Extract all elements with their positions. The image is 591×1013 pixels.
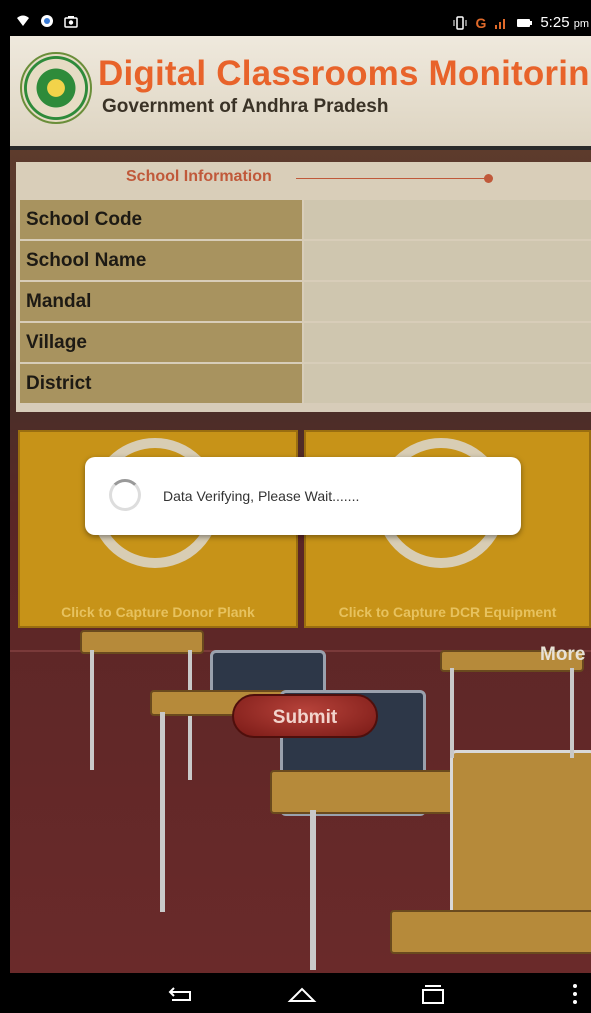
info-row-mandal: Mandal: [20, 282, 591, 321]
desk-1: [80, 630, 204, 654]
wifi-icon: [17, 15, 29, 26]
row-label: Mandal: [20, 282, 302, 321]
app-screen: G 5:25 pm Digital Classrooms Monitoring …: [10, 10, 591, 1013]
district-field[interactable]: [304, 364, 591, 403]
row-label: School Name: [20, 241, 302, 280]
loading-message: Data Verifying, Please Wait.......: [163, 488, 360, 504]
info-row-village: Village: [20, 323, 591, 362]
ap-emblem-logo: [20, 52, 92, 124]
mandal-field[interactable]: [304, 282, 591, 321]
chrome-icon: [41, 15, 53, 27]
desk-4: [390, 910, 591, 954]
school-name-field[interactable]: [304, 241, 591, 280]
vibrate-icon: [453, 15, 467, 30]
back-icon[interactable]: [160, 981, 200, 1007]
capture-label: Click to Capture Donor Plank: [61, 604, 255, 620]
info-row-school-name: School Name: [20, 241, 591, 280]
navigation-bar: [10, 973, 591, 1013]
section-divider: [296, 178, 486, 179]
info-row-school-code: School Code: [20, 200, 591, 239]
signal-icon: [495, 18, 506, 29]
capture-label: Click to Capture DCR Equipment: [338, 604, 557, 620]
camera-icon: [64, 16, 78, 28]
row-label: District: [20, 364, 302, 403]
desk-leg: [90, 650, 94, 770]
app-header: Digital Classrooms Monitoring Government…: [10, 36, 591, 152]
section-title: School Information: [126, 168, 272, 185]
status-bar: G 5:25 pm: [10, 10, 591, 36]
desk-leg: [310, 810, 316, 970]
school-code-field[interactable]: [304, 200, 591, 239]
section-dot: [484, 174, 493, 183]
desk-leg: [450, 668, 454, 758]
battery-icon: [517, 18, 533, 27]
signal-type: G: [475, 14, 487, 31]
more-button[interactable]: More: [540, 644, 585, 666]
menu-icon[interactable]: [555, 981, 591, 1007]
row-label: Village: [20, 323, 302, 362]
loading-spinner-icon: [109, 479, 141, 511]
desk-leg: [160, 712, 165, 912]
info-row-district: District: [20, 364, 591, 403]
chair-3: [450, 750, 591, 926]
app-title: Digital Classrooms Monitoring: [98, 54, 591, 93]
app-subtitle: Government of Andhra Pradesh: [102, 96, 389, 117]
school-information-panel: School Information School Code School Na…: [16, 162, 591, 412]
row-label: School Code: [20, 200, 302, 239]
village-field[interactable]: [304, 323, 591, 362]
clock: 5:25 pm: [540, 14, 589, 31]
desk-leg: [570, 668, 574, 758]
submit-button[interactable]: Submit: [232, 694, 378, 738]
home-icon[interactable]: [282, 981, 322, 1007]
recent-apps-icon[interactable]: [413, 981, 453, 1007]
loading-dialog: Data Verifying, Please Wait.......: [85, 457, 521, 535]
